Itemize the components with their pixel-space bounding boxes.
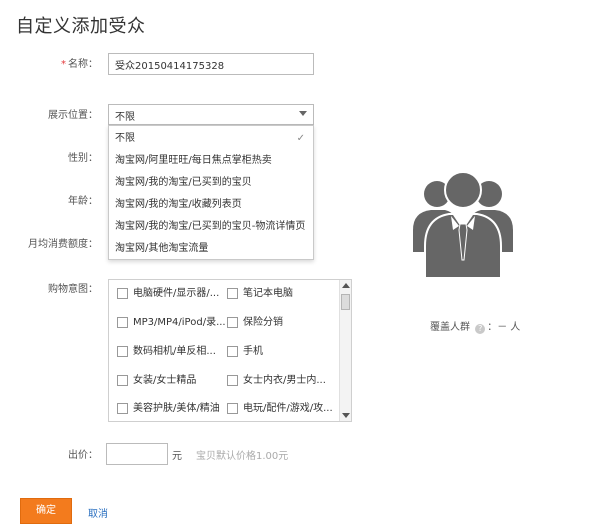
intent-option-label: 电玩/配件/游戏/攻... — [243, 403, 333, 414]
position-option-label: 淘宝网/我的淘宝/已买到的宝贝 — [115, 177, 252, 188]
position-label: 展示位置： — [48, 110, 98, 121]
position-option[interactable]: 淘宝网/阿里旺旺/每日焦点掌柜热卖 — [109, 150, 313, 172]
intent-option-label: 电脑硬件/显示器/... — [133, 288, 220, 299]
checkbox[interactable] — [227, 288, 238, 299]
price-unit: 元 — [172, 451, 182, 462]
audience-group-icon — [413, 171, 513, 279]
intent-option-label: MP3/MP4/iPod/录... — [133, 317, 226, 328]
intent-checklist: 电脑硬件/显示器/... 笔记本电脑 MP3/MP4/iPod/录... 保险分… — [108, 279, 352, 422]
scroll-up-icon[interactable] — [342, 283, 350, 288]
checkbox[interactable] — [117, 403, 128, 414]
intent-option-label: 笔记本电脑 — [243, 288, 293, 299]
intent-label: 购物意图： — [48, 284, 98, 295]
page-title: 自定义添加受众 — [16, 16, 146, 37]
price-label: 出价： — [68, 450, 98, 461]
position-option-label: 淘宝网/阿里旺旺/每日焦点掌柜热卖 — [115, 155, 272, 166]
scroll-thumb[interactable] — [341, 294, 350, 310]
checkbox[interactable] — [117, 317, 128, 328]
intent-option-label: 保险分销 — [243, 317, 283, 328]
checkbox[interactable] — [227, 403, 238, 414]
required-mark: * — [61, 59, 66, 70]
position-option[interactable]: 不限 ✓ — [109, 128, 313, 150]
name-label-text: 名称： — [68, 59, 98, 70]
intent-option-label: 手机 — [243, 346, 263, 357]
checkbox[interactable] — [117, 375, 128, 386]
cancel-link[interactable]: 取消 — [88, 505, 108, 520]
intent-option-label: 数码相机/单反相... — [133, 346, 216, 357]
position-select-value: 不限 — [115, 112, 135, 123]
checkbox[interactable] — [227, 375, 238, 386]
position-option-label: 淘宝网/我的淘宝/收藏列表页 — [115, 199, 242, 210]
check-icon: ✓ — [296, 133, 305, 144]
position-option[interactable]: 淘宝网/我的淘宝/收藏列表页 — [109, 194, 313, 216]
intent-option-label: 女装/女士精品 — [133, 375, 197, 386]
position-option-label: 不限 — [115, 133, 135, 144]
coverage-label: 覆盖人群 — [430, 322, 470, 333]
coverage-unit: 人 — [510, 322, 521, 333]
intent-option-label: 女士内衣/男士内... — [243, 375, 326, 386]
age-label: 年龄： — [68, 196, 98, 207]
coverage-separator: ： — [487, 322, 498, 333]
spending-label: 月均消费额度： — [28, 239, 98, 250]
checkbox[interactable] — [117, 346, 128, 357]
checkbox[interactable] — [117, 288, 128, 299]
coverage-info: 覆盖人群 ? ：－人 — [430, 318, 520, 334]
position-dropdown: 不限 ✓ 淘宝网/阿里旺旺/每日焦点掌柜热卖 淘宝网/我的淘宝/已买到的宝贝 淘… — [108, 125, 314, 260]
coverage-value: － — [497, 322, 508, 333]
checkbox[interactable] — [227, 317, 238, 328]
price-input[interactable] — [106, 443, 168, 465]
position-option[interactable]: 淘宝网/我的淘宝/已买到的宝贝-物流详情页 — [109, 216, 313, 238]
confirm-button[interactable]: 确定 — [20, 498, 72, 524]
scroll-down-icon[interactable] — [342, 413, 350, 418]
chevron-down-icon — [299, 111, 307, 116]
position-option[interactable]: 淘宝网/我的淘宝/已买到的宝贝 — [109, 172, 313, 194]
intent-scrollbar[interactable] — [339, 280, 351, 421]
intent-option-label: 美容护肤/美体/精油 — [133, 403, 220, 414]
gender-label: 性别： — [68, 153, 98, 164]
position-select[interactable]: 不限 — [108, 104, 314, 125]
checkbox[interactable] — [227, 346, 238, 357]
position-option[interactable]: 淘宝网/其他淘宝流量 — [109, 238, 313, 260]
help-icon[interactable]: ? — [475, 324, 486, 334]
position-option-label: 淘宝网/其他淘宝流量 — [115, 243, 209, 254]
name-label: * 名称： — [0, 58, 98, 72]
name-input[interactable] — [108, 53, 314, 75]
price-hint: 宝贝默认价格1.00元 — [196, 451, 289, 462]
position-option-label: 淘宝网/我的淘宝/已买到的宝贝-物流详情页 — [115, 221, 306, 232]
